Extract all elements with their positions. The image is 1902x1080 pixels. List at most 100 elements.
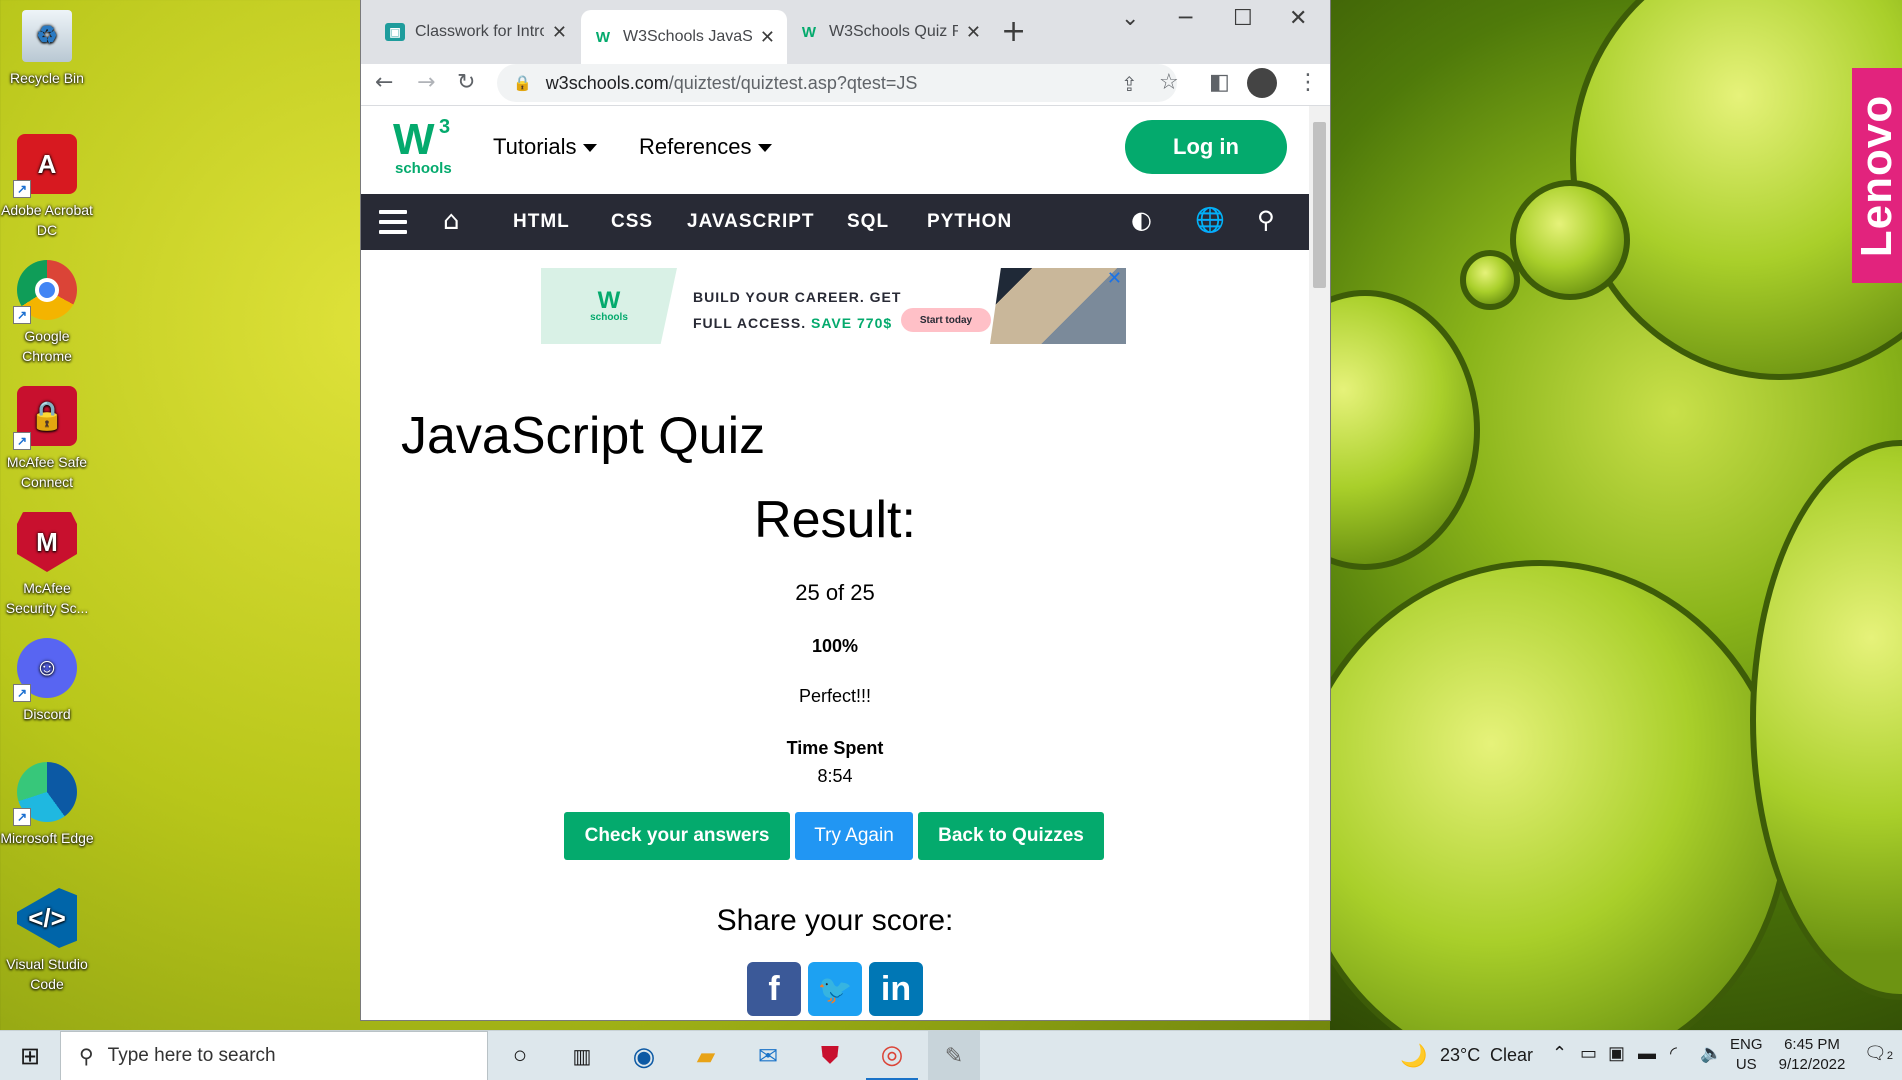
facebook-share-icon[interactable]: f <box>747 962 801 1016</box>
desktop-icon-google-chrome[interactable]: ↗ Google Chrome <box>0 260 94 366</box>
edge-taskbar-icon[interactable]: ◉ <box>618 1031 670 1080</box>
desktop-icon-vscode[interactable]: </> ↗ Visual Studio Code <box>0 888 94 994</box>
ad-text: BUILD YOUR CAREER. GET FULL ACCESS. SAVE… <box>677 268 990 344</box>
top-navigation-bar: ⌂ HTML CSS JAVASCRIPT SQL PYTHON ◐ 🌐 ⚲ <box>361 194 1309 250</box>
tab-w3schools-javascript[interactable]: W W3Schools JavaScr ✕ <box>581 10 787 64</box>
file-explorer-icon[interactable]: ▰ <box>680 1031 732 1080</box>
shortcut-arrow-icon: ↗ <box>13 684 31 702</box>
tutorials-label: Tutorials <box>493 134 577 159</box>
references-menu[interactable]: References <box>639 134 772 160</box>
desktop-icon-adobe-acrobat[interactable]: A ↗ Adobe Acrobat DC <box>0 134 94 240</box>
side-panel-icon[interactable]: ◧ <box>1209 70 1230 95</box>
back-to-quizzes-button[interactable]: Back to Quizzes <box>918 812 1104 860</box>
classroom-favicon-icon: ▣ <box>385 23 405 41</box>
volume-icon[interactable]: 🔈 <box>1700 1043 1722 1064</box>
cortana-icon[interactable]: ○ <box>494 1031 546 1080</box>
nav-html[interactable]: HTML <box>513 211 570 233</box>
desktop-icon-label: Microsoft Edge <box>0 830 94 846</box>
weather-temp[interactable]: 23°C <box>1440 1045 1480 1066</box>
ad-photo <box>990 268 1126 344</box>
ad-line1: BUILD YOUR CAREER. GET <box>693 289 902 305</box>
ad-close-icon[interactable]: ✕ <box>1107 268 1122 289</box>
weather-text[interactable]: Clear <box>1490 1045 1533 1066</box>
desktop-icon-mcafee-security[interactable]: M McAfee Security Sc... <box>0 512 94 618</box>
tab-title: Classwork for Intro <box>415 23 544 40</box>
close-window-button[interactable]: ✕ <box>1289 6 1307 31</box>
chrome-taskbar-icon[interactable]: ◎ <box>866 1031 918 1080</box>
search-icon[interactable]: ⚲ <box>1257 206 1275 234</box>
mcafee-security-icon: M <box>17 512 77 572</box>
desktop-icon-recycle-bin[interactable]: ♻ Recycle Bin <box>0 10 94 88</box>
notification-count: 2 <box>1886 1050 1893 1062</box>
nav-python[interactable]: PYTHON <box>927 211 1012 233</box>
url-path: /quiztest/quiztest.asp?qtest=JS <box>668 72 918 93</box>
reload-icon[interactable]: ↻ <box>457 70 475 95</box>
bookmark-star-icon[interactable]: ☆ <box>1159 70 1179 95</box>
share-icon[interactable]: ⇪ <box>1121 72 1138 96</box>
mail-icon[interactable]: ✉ <box>742 1031 794 1080</box>
display-icon[interactable]: ▣ <box>1608 1043 1625 1064</box>
desktop-icon-discord[interactable]: ☺ ↗ Discord <box>0 638 94 724</box>
show-hidden-icons[interactable]: ⌃ <box>1552 1043 1567 1064</box>
tab-classwork[interactable]: ▣ Classwork for Intro ✕ <box>373 10 579 54</box>
shortcut-arrow-icon: ↗ <box>13 432 31 450</box>
paint-taskbar-icon[interactable]: ✎ <box>928 1031 980 1080</box>
back-icon[interactable]: ← <box>375 70 393 95</box>
profile-avatar[interactable] <box>1247 68 1277 98</box>
tab-w3schools-quiz[interactable]: W W3Schools Quiz Re ✕ <box>787 10 993 54</box>
notification-icon[interactable]: 🗨2 <box>1864 1043 1893 1064</box>
battery-icon[interactable]: ▬ <box>1638 1043 1656 1064</box>
references-label: References <box>639 134 752 159</box>
taskbar: ⊞ ⚲ Type here to search ○ ▥ ◉ ▰ ✉ ⛊ ◎ ✎ … <box>0 1030 1902 1080</box>
tutorials-menu[interactable]: Tutorials <box>493 134 597 160</box>
desktop-icon-mcafee-safe-connect[interactable]: 🔒 ↗ McAfee Safe Connect <box>0 386 94 492</box>
forward-icon[interactable]: → <box>417 70 435 95</box>
linkedin-share-icon[interactable]: in <box>869 962 923 1016</box>
twitter-share-icon[interactable]: 🐦 <box>808 962 862 1016</box>
task-view-icon[interactable]: ▥ <box>556 1031 608 1080</box>
tab-strip: ▣ Classwork for Intro ✕ W W3Schools Java… <box>361 0 1330 64</box>
maximize-button[interactable]: ☐ <box>1233 6 1253 31</box>
nav-css[interactable]: CSS <box>611 211 653 233</box>
scrollbar-thumb[interactable] <box>1313 122 1326 288</box>
wifi-icon[interactable]: ◜ <box>1670 1043 1677 1064</box>
login-button[interactable]: Log in <box>1125 120 1287 174</box>
try-again-button[interactable]: Try Again <box>795 812 913 860</box>
globe-icon[interactable]: 🌐 <box>1195 206 1225 234</box>
desktop-icon-label: Discord <box>23 706 71 722</box>
web-page: W 3 schools Tutorials References Log in … <box>361 106 1309 1020</box>
home-icon[interactable]: ⌂ <box>443 206 460 236</box>
browser-window: ▣ Classwork for Intro ✕ W W3Schools Java… <box>361 0 1330 1020</box>
time-spent-value: 8:54 <box>817 766 853 786</box>
ad-cta-button[interactable]: Start today <box>901 308 991 332</box>
region-code: US <box>1735 1056 1757 1073</box>
tab-search-icon[interactable]: ⌄ <box>1121 6 1139 31</box>
close-tab-icon[interactable]: ✕ <box>966 22 981 43</box>
ad-logo: W schools <box>541 268 677 344</box>
check-answers-button[interactable]: Check your answers <box>564 812 790 860</box>
desktop-icon-microsoft-edge[interactable]: ↗ Microsoft Edge <box>0 762 94 848</box>
url-input[interactable]: 🔒 w3schools.com/quiztest/quiztest.asp?qt… <box>497 64 1177 102</box>
language-code: ENG <box>1730 1036 1763 1053</box>
score-text: 25 of 25 <box>795 580 875 605</box>
close-tab-icon[interactable]: ✕ <box>552 22 567 43</box>
mcafee-taskbar-icon[interactable]: ⛊ <box>804 1031 856 1080</box>
ad-banner[interactable]: W schools BUILD YOUR CAREER. GET FULL AC… <box>541 268 1126 344</box>
page-scrollbar[interactable] <box>1309 106 1330 1020</box>
language-indicator[interactable]: ENG US <box>1730 1035 1763 1075</box>
start-button[interactable]: ⊞ <box>0 1031 60 1080</box>
meet-now-icon[interactable]: ▭ <box>1580 1043 1597 1064</box>
desktop-icon-label: Recycle Bin <box>10 70 84 86</box>
hamburger-menu-icon[interactable] <box>379 210 407 234</box>
new-tab-button[interactable]: + <box>1001 14 1026 49</box>
w3schools-logo[interactable]: W 3 schools <box>393 116 455 180</box>
chrome-menu-icon[interactable]: ⋮ <box>1297 70 1319 95</box>
contrast-toggle-icon[interactable]: ◐ <box>1131 206 1152 234</box>
nav-sql[interactable]: SQL <box>847 211 889 233</box>
nav-javascript[interactable]: JAVASCRIPT <box>687 211 815 233</box>
result-message: Perfect!!! <box>798 686 872 706</box>
taskbar-search-input[interactable]: ⚲ Type here to search <box>60 1031 488 1080</box>
clock[interactable]: 6:45 PM 9/12/2022 <box>1770 1035 1854 1075</box>
close-tab-icon[interactable]: ✕ <box>760 27 775 48</box>
minimize-button[interactable]: ─ <box>1179 6 1192 31</box>
